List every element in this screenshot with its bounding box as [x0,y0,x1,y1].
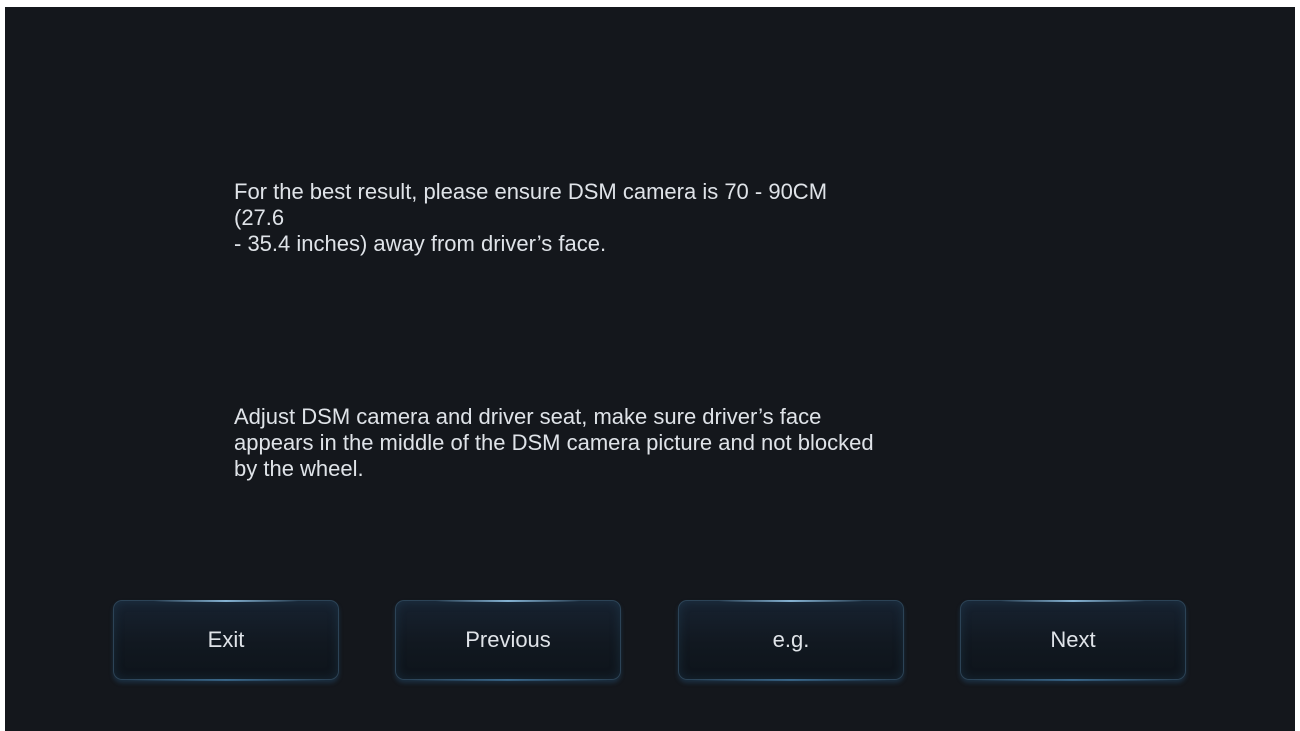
position-instruction-line: appears in the middle of the DSM camera … [234,430,874,455]
position-instruction: Adjust DSM camera and driver seat, make … [234,404,874,482]
position-instruction-line: by the wheel. [234,456,364,481]
distance-instruction: For the best result, please ensure DSM c… [234,179,827,257]
example-button[interactable]: e.g. [678,600,904,681]
button-bar: Exit Previous e.g. Next [5,600,1295,686]
next-button[interactable]: Next [960,600,1186,681]
position-instruction-line: Adjust DSM camera and driver seat, make … [234,404,822,429]
distance-instruction-line: For the best result, please ensure DSM c… [234,179,828,204]
previous-button[interactable]: Previous [395,600,621,681]
distance-instruction-line: (27.6 [234,205,285,230]
exit-button[interactable]: Exit [113,600,339,681]
dsm-setup-screen: For the best result, please ensure DSM c… [5,7,1295,731]
distance-instruction-line: - 35.4 inches) away from driver’s face. [234,231,607,256]
